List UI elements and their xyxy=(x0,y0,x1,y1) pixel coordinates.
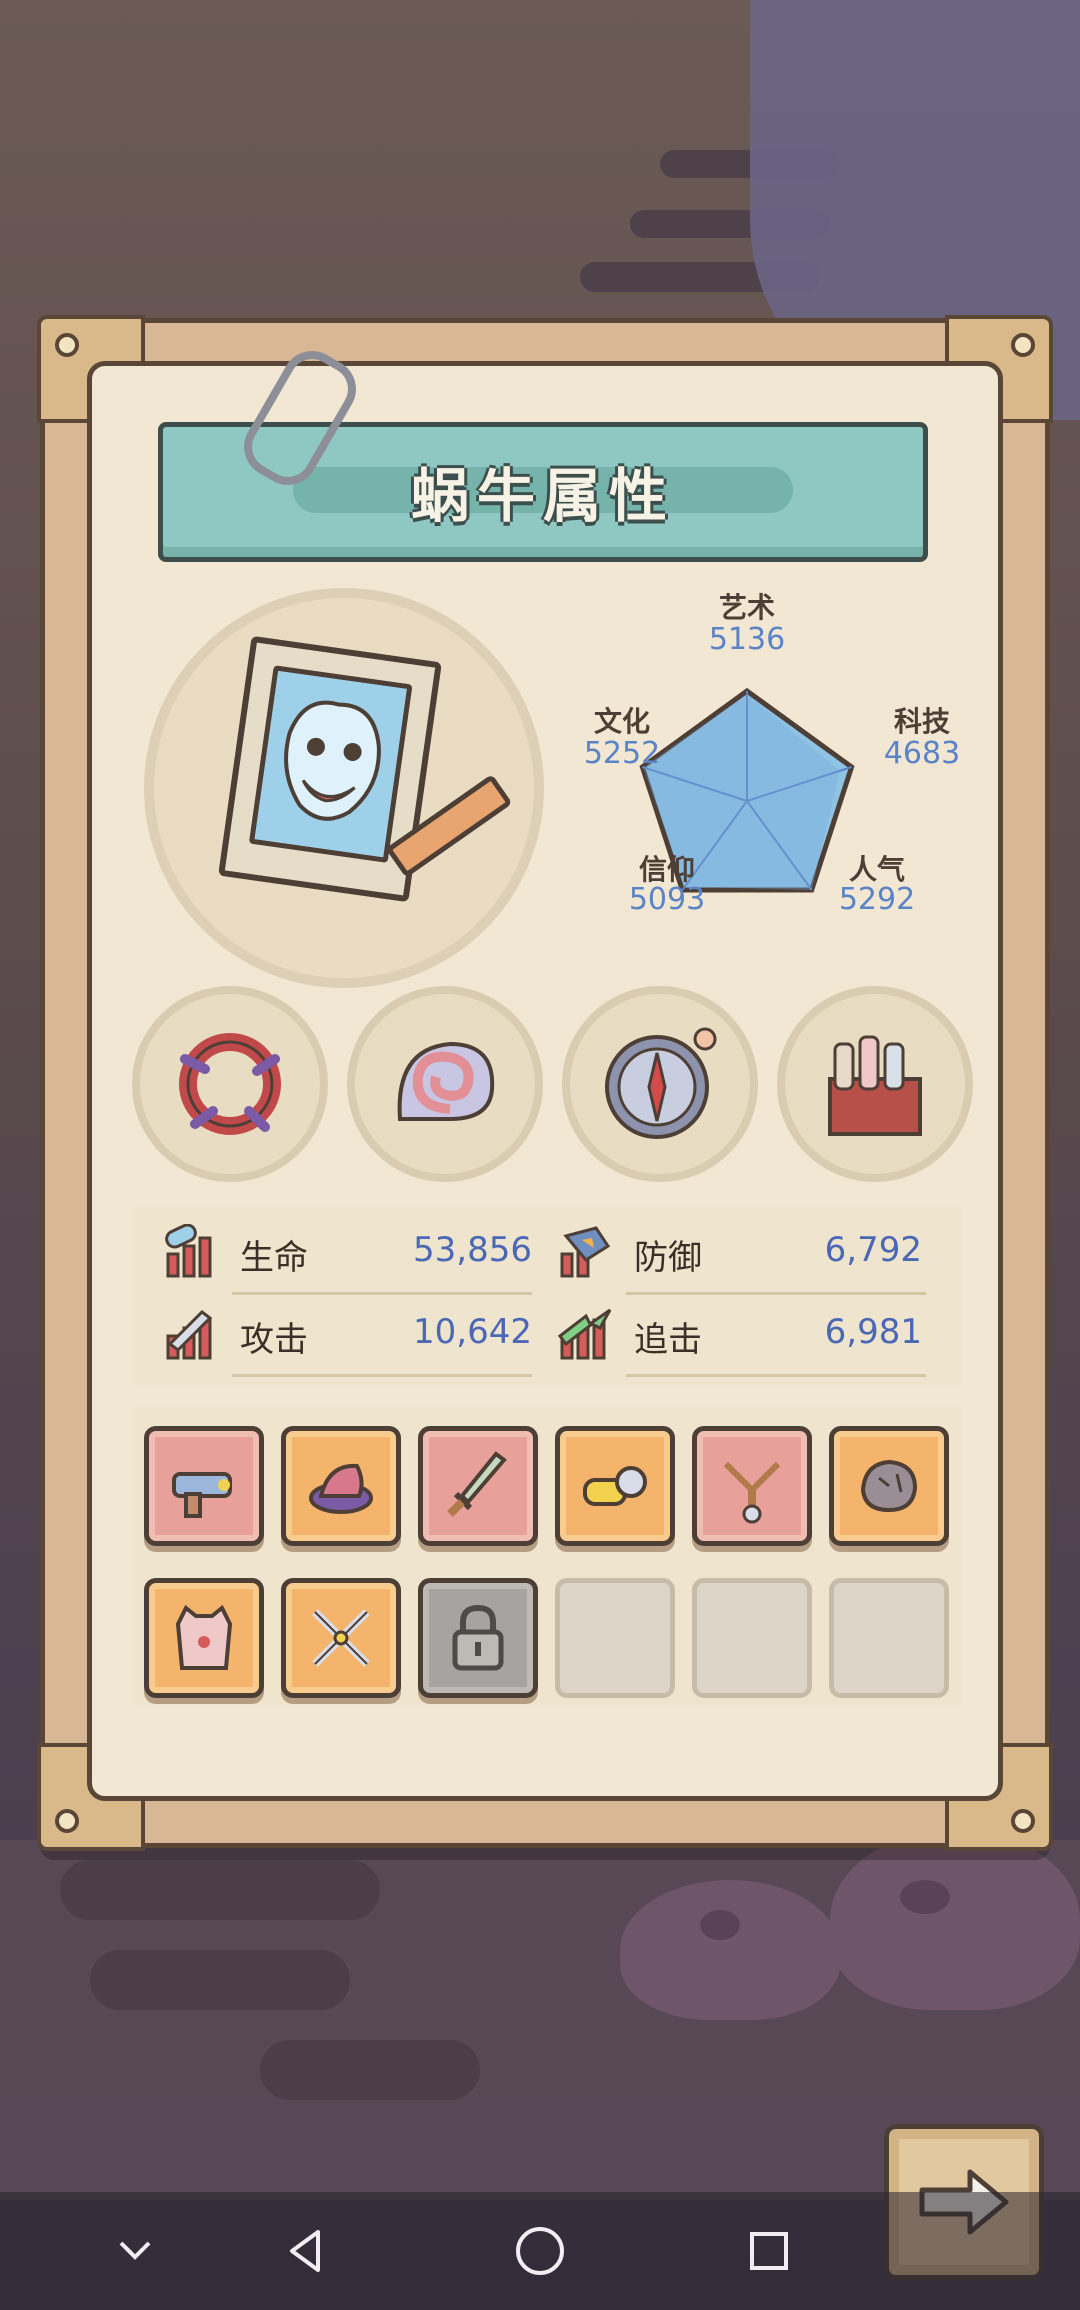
equipment-slot-2[interactable] xyxy=(281,1426,401,1546)
defense-icon xyxy=(556,1224,616,1280)
goggles-icon xyxy=(583,1466,647,1506)
ore-rock-icon xyxy=(860,1459,918,1513)
equipment-slot-3[interactable] xyxy=(418,1426,538,1546)
attack-label: 攻击 xyxy=(240,1320,308,1360)
stat-tech-label: 科技 xyxy=(893,705,950,738)
panel-content: 蜗牛属性 艺术 5136 科技 4683 人气 5292 信仰 5093 文化 … xyxy=(87,340,1003,1801)
pursuit-value: 6,981 xyxy=(824,1312,922,1352)
recents-square-icon[interactable] xyxy=(734,2216,804,2286)
hp-value: 53,856 xyxy=(413,1230,532,1270)
attack-value: 10,642 xyxy=(413,1312,532,1352)
health-icon xyxy=(162,1223,222,1280)
relic-slot-3[interactable] xyxy=(562,986,758,1182)
equipment-slot-5[interactable] xyxy=(692,1426,812,1546)
combat-stats-box: 生命 53,856 防御 6,792 攻击 10,642 追击 6,981 xyxy=(132,1206,962,1386)
system-navigation-bar xyxy=(0,2192,1080,2310)
equipment-slot-6[interactable] xyxy=(829,1426,949,1546)
back-triangle-icon[interactable] xyxy=(272,2216,342,2286)
slingshot-icon xyxy=(723,1461,781,1524)
dagger-icon xyxy=(447,1451,507,1517)
home-circle-icon[interactable] xyxy=(505,2216,575,2286)
defense-label: 防御 xyxy=(634,1238,702,1278)
thorn-ring-icon xyxy=(179,1033,281,1135)
snail-shell-icon xyxy=(397,1041,495,1121)
equipment-slot-7[interactable] xyxy=(144,1578,264,1698)
equipment-slot-4[interactable] xyxy=(555,1426,675,1546)
relic-slot-4[interactable] xyxy=(777,986,973,1182)
crossed-swords-icon xyxy=(312,1609,370,1667)
pursuit-label: 追击 xyxy=(634,1320,702,1360)
stat-art-value: 5136 xyxy=(708,622,786,657)
stat-popularity-value: 5292 xyxy=(838,882,916,917)
vest-armor-icon xyxy=(175,1604,233,1670)
lock-icon xyxy=(452,1604,504,1671)
monster-portrait-icon xyxy=(248,665,413,863)
attribute-radar-chart: 艺术 5136 科技 4683 人气 5292 信仰 5093 文化 5252 xyxy=(512,576,982,996)
stat-culture-label: 文化 xyxy=(593,705,650,738)
equipment-slot-8[interactable] xyxy=(281,1578,401,1698)
feathered-hat-icon xyxy=(309,1463,373,1514)
equipment-slot-empty[interactable] xyxy=(829,1578,949,1698)
equipment-grid xyxy=(132,1406,962,1706)
hp-label: 生命 xyxy=(240,1238,308,1278)
defense-value: 6,792 xyxy=(824,1230,922,1270)
relic-slot-2[interactable] xyxy=(347,986,543,1182)
equipment-slot-1[interactable] xyxy=(144,1426,264,1546)
snail-portrait[interactable] xyxy=(144,588,544,988)
stat-faith-value: 5093 xyxy=(628,882,706,917)
blaster-gun-icon xyxy=(172,1472,232,1518)
pursuit-icon xyxy=(556,1306,616,1362)
snail-attributes-panel: 蜗牛属性 艺术 5136 科技 4683 人气 5292 信仰 5093 文化 … xyxy=(37,315,1053,1851)
equipment-slot-locked[interactable] xyxy=(418,1578,538,1698)
chevron-down-icon[interactable] xyxy=(100,2216,170,2286)
relic-slot-1[interactable] xyxy=(132,986,328,1182)
stat-culture-value: 5252 xyxy=(583,736,661,771)
equipment-slot-empty[interactable] xyxy=(692,1578,812,1698)
attack-icon xyxy=(162,1306,222,1362)
compass-icon xyxy=(605,1027,717,1139)
stat-tech-value: 4683 xyxy=(883,736,961,771)
potion-box-icon xyxy=(828,1035,922,1136)
equipment-slot-empty[interactable] xyxy=(555,1578,675,1698)
stat-art-label: 艺术 xyxy=(718,591,775,624)
